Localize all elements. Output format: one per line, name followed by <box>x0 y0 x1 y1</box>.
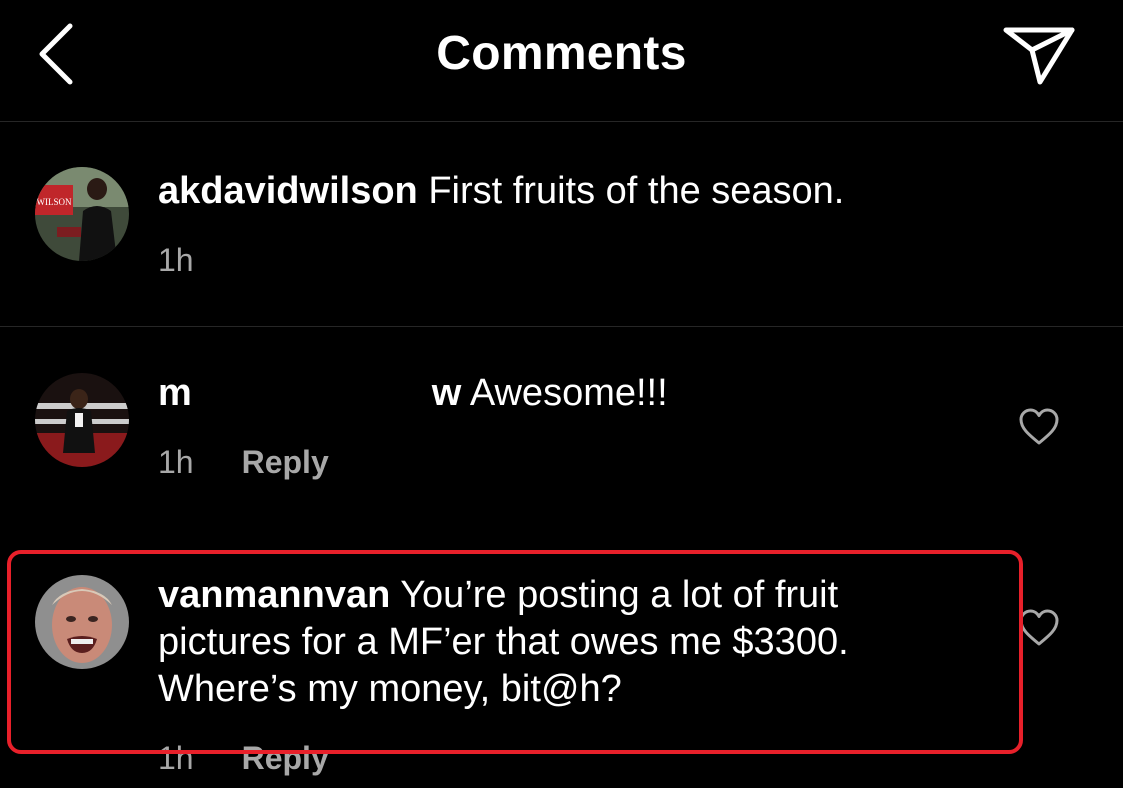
header: Comments <box>0 0 1123 122</box>
caption-meta: 1h <box>158 242 194 279</box>
comment-timestamp: 1h <box>158 740 194 776</box>
share-button[interactable] <box>998 18 1082 94</box>
comment-text: vanmannvan You’re posting a lot of fruit… <box>158 572 849 713</box>
paper-plane-icon <box>1003 27 1075 85</box>
caption-text: akdavidwilson First fruits of the season… <box>158 168 844 215</box>
reply-button[interactable]: Reply <box>242 740 329 776</box>
caption-timestamp: 1h <box>158 242 194 278</box>
comment-body: Awesome!!! <box>469 372 668 414</box>
reply-button[interactable]: Reply <box>242 444 329 480</box>
comment-text: mw Awesome!!! <box>158 370 668 417</box>
avatar[interactable]: WILSON <box>35 167 129 261</box>
heart-icon[interactable] <box>1018 407 1060 447</box>
comment-meta: 1h Reply <box>158 444 329 481</box>
comment-body-line-3: Where’s my money, bit@h? <box>158 668 622 710</box>
caption-username[interactable]: akdavidwilson <box>158 170 418 212</box>
comment-username[interactable]: vanmannvan <box>158 574 390 616</box>
comment-body-line-2: pictures for a MF’er that owes me $3300. <box>158 621 849 663</box>
svg-text:WILSON: WILSON <box>37 197 72 207</box>
comment-body-line-1: You’re posting a lot of fruit <box>400 574 839 616</box>
comment-username[interactable]: mw <box>158 372 461 414</box>
caption-body: First fruits of the season. <box>428 170 845 212</box>
comment-timestamp: 1h <box>158 444 194 480</box>
avatar[interactable] <box>35 575 129 669</box>
avatar-image <box>35 575 129 669</box>
avatar-image <box>35 373 129 467</box>
heart-icon[interactable] <box>1018 608 1060 648</box>
avatar-image: WILSON <box>35 167 129 261</box>
avatar[interactable] <box>35 373 129 467</box>
comment-meta: 1h Reply <box>158 740 329 777</box>
page-title: Comments <box>436 27 687 80</box>
post-caption: WILSON akdavidwilson First fruits of the… <box>0 122 1123 327</box>
